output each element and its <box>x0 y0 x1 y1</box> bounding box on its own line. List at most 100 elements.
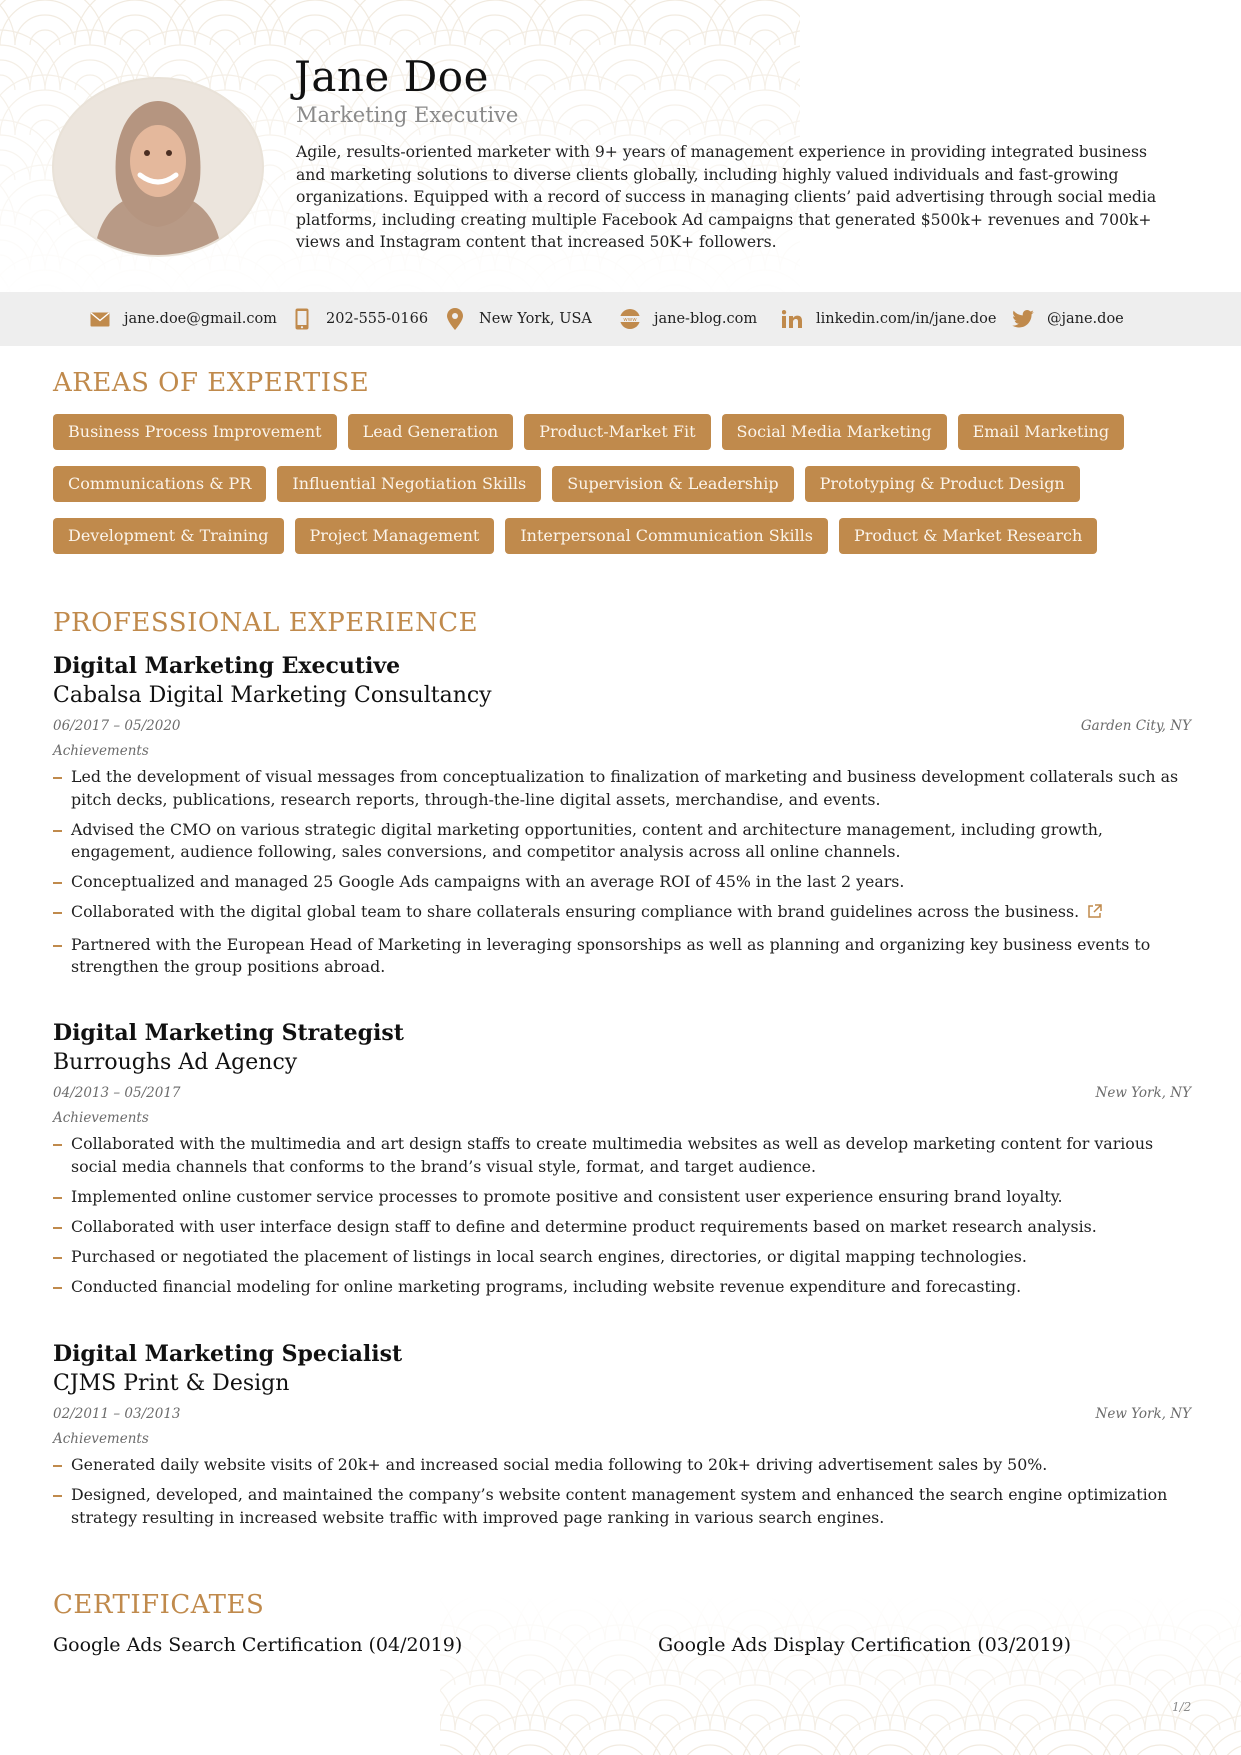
scallop-arc <box>539 89 631 136</box>
avatar-illustration <box>54 79 262 255</box>
scallop-arc <box>1192 1715 1241 1755</box>
contact-bar: jane.doe@gmail.com 202-555-0166 New York… <box>0 292 1241 346</box>
scallop-arc <box>1129 1654 1191 1686</box>
achievement-list: Led the development of visual messages f… <box>53 766 1191 979</box>
scallop-arc <box>569 29 691 91</box>
scallop-arc <box>1054 1669 1176 1731</box>
list-item: Implemented online customer service proc… <box>53 1186 1191 1209</box>
job-company: Burroughs Ad Agency <box>53 1050 298 1075</box>
scallop-arc <box>254 0 376 46</box>
scallop-arc <box>29 119 61 136</box>
scallop-arc <box>440 1714 498 1755</box>
bullet-dash <box>53 1256 62 1259</box>
scallop-arc <box>164 0 286 46</box>
job-dates: 06/2017 – 05/2020 <box>53 718 181 734</box>
scallop-arc <box>0 254 16 271</box>
scallop-arc <box>0 239 31 271</box>
job-location: New York, NY <box>1095 1406 1191 1422</box>
scallop-arc <box>629 89 721 136</box>
contact-linkedin[interactable]: linkedin.com/in/jane.doe <box>780 292 996 346</box>
job-location: Garden City, NY <box>1080 718 1191 734</box>
scallop-arc <box>964 1669 1086 1731</box>
location-text: New York, USA <box>479 311 592 327</box>
scallop-arc <box>994 1699 1056 1731</box>
scallop-arc <box>29 209 61 226</box>
experience-heading: PROFESSIONAL EXPERIENCE <box>53 608 479 638</box>
scallop-arc <box>524 254 556 271</box>
scallop-arc <box>1136 1744 1184 1755</box>
expertise-chip: Prototyping & Product Design <box>804 466 1080 502</box>
scallop-arc <box>749 29 781 46</box>
scallop-arc <box>604 1669 726 1731</box>
expertise-chip: Business Process Improvement <box>53 414 337 450</box>
job-meta: 04/2013 – 05/2017 New York, NY <box>53 1085 1191 1105</box>
scallop-arc <box>784 1669 906 1731</box>
scallop-arc <box>956 1744 1004 1755</box>
scallop-arc <box>709 1684 801 1731</box>
scallop-arc <box>749 119 781 136</box>
expertise-chip: Lead Generation <box>347 414 514 450</box>
scallop-arc <box>694 1669 816 1731</box>
scallop-arc <box>524 74 556 91</box>
scallop-arc <box>559 1624 591 1641</box>
scallop-arc <box>704 74 736 91</box>
scallop-arc <box>719 89 800 136</box>
scallop-arc <box>440 1689 456 1731</box>
bullet-text: Led the development of visual messages f… <box>71 767 1179 809</box>
external-link-icon[interactable] <box>1087 903 1102 926</box>
candidate-title: Marketing Executive <box>296 103 519 127</box>
bullet-text: Partnered with the European Head of Mark… <box>71 934 1151 977</box>
bullet-dash <box>53 777 62 779</box>
bullet-dash <box>53 1286 62 1289</box>
scallop-arc <box>0 29 61 91</box>
scallop-arc <box>344 254 376 271</box>
scallop-arc <box>469 1624 591 1686</box>
scallop-arc <box>0 59 31 91</box>
contact-twitter[interactable]: @jane.doe <box>1011 292 1124 346</box>
scallop-arc <box>749 30 800 91</box>
scallop-arc <box>440 1654 471 1686</box>
scallop-arc <box>440 1729 481 1755</box>
contact-email[interactable]: jane.doe@gmail.com <box>88 292 277 346</box>
list-item: Designed, developed, and maintained the … <box>53 1484 1191 1529</box>
scallop-arc <box>1114 1639 1206 1686</box>
scallop-arc <box>1029 1729 1111 1755</box>
expertise-chip: Supervision & Leadership <box>552 466 794 502</box>
scallop-arc <box>694 1669 726 1686</box>
scallop-arc <box>784 1669 816 1686</box>
scallop-arc <box>1226 1745 1241 1755</box>
chip-row: Business Process Improvement Lead Genera… <box>53 414 1203 450</box>
email-text: jane.doe@gmail.com <box>124 311 277 327</box>
scallop-arc <box>769 1654 831 1686</box>
scallop-arc <box>0 94 16 136</box>
contact-phone[interactable]: 202-555-0166 <box>290 292 428 346</box>
contact-website[interactable]: www jane-blog.com <box>618 292 757 346</box>
scallop-arc <box>29 29 61 46</box>
scallop-arc <box>0 224 46 271</box>
scallop-arc <box>874 1669 906 1686</box>
scallop-arc <box>979 1684 1071 1731</box>
list-item: Partnered with the European Head of Mark… <box>53 934 1191 979</box>
bullet-dash <box>53 1144 62 1146</box>
bullet-text: Conceptualized and managed 25 Google Ads… <box>71 872 905 892</box>
scallop-arc <box>1099 1624 1131 1641</box>
scallop-arc <box>1189 1624 1221 1641</box>
scallop-arc <box>74 254 106 271</box>
bullet-dash <box>53 1465 62 1467</box>
scallop-arc <box>829 1714 861 1731</box>
scallop-arc <box>0 0 91 46</box>
list-item: Collaborated with the multimedia and art… <box>53 1133 1191 1178</box>
scallop-arc <box>514 1595 636 1641</box>
bullet-text: Designed, developed, and maintained the … <box>71 1485 1168 1527</box>
envelope-icon <box>88 307 112 331</box>
scallop-arc <box>104 14 166 46</box>
scallop-arc <box>1054 1595 1176 1641</box>
scallop-arc <box>562 1714 678 1755</box>
expertise-chip: Product-Market Fit <box>524 414 711 450</box>
scallop-arc <box>359 0 451 46</box>
scallop-arc <box>596 1744 644 1755</box>
expertise-chip: Product & Market Research <box>839 518 1098 554</box>
job-entry: Digital Marketing Executive Cabalsa Digi… <box>53 652 1191 986</box>
scallop-arc <box>604 1669 636 1686</box>
scallop-arc <box>0 0 106 46</box>
